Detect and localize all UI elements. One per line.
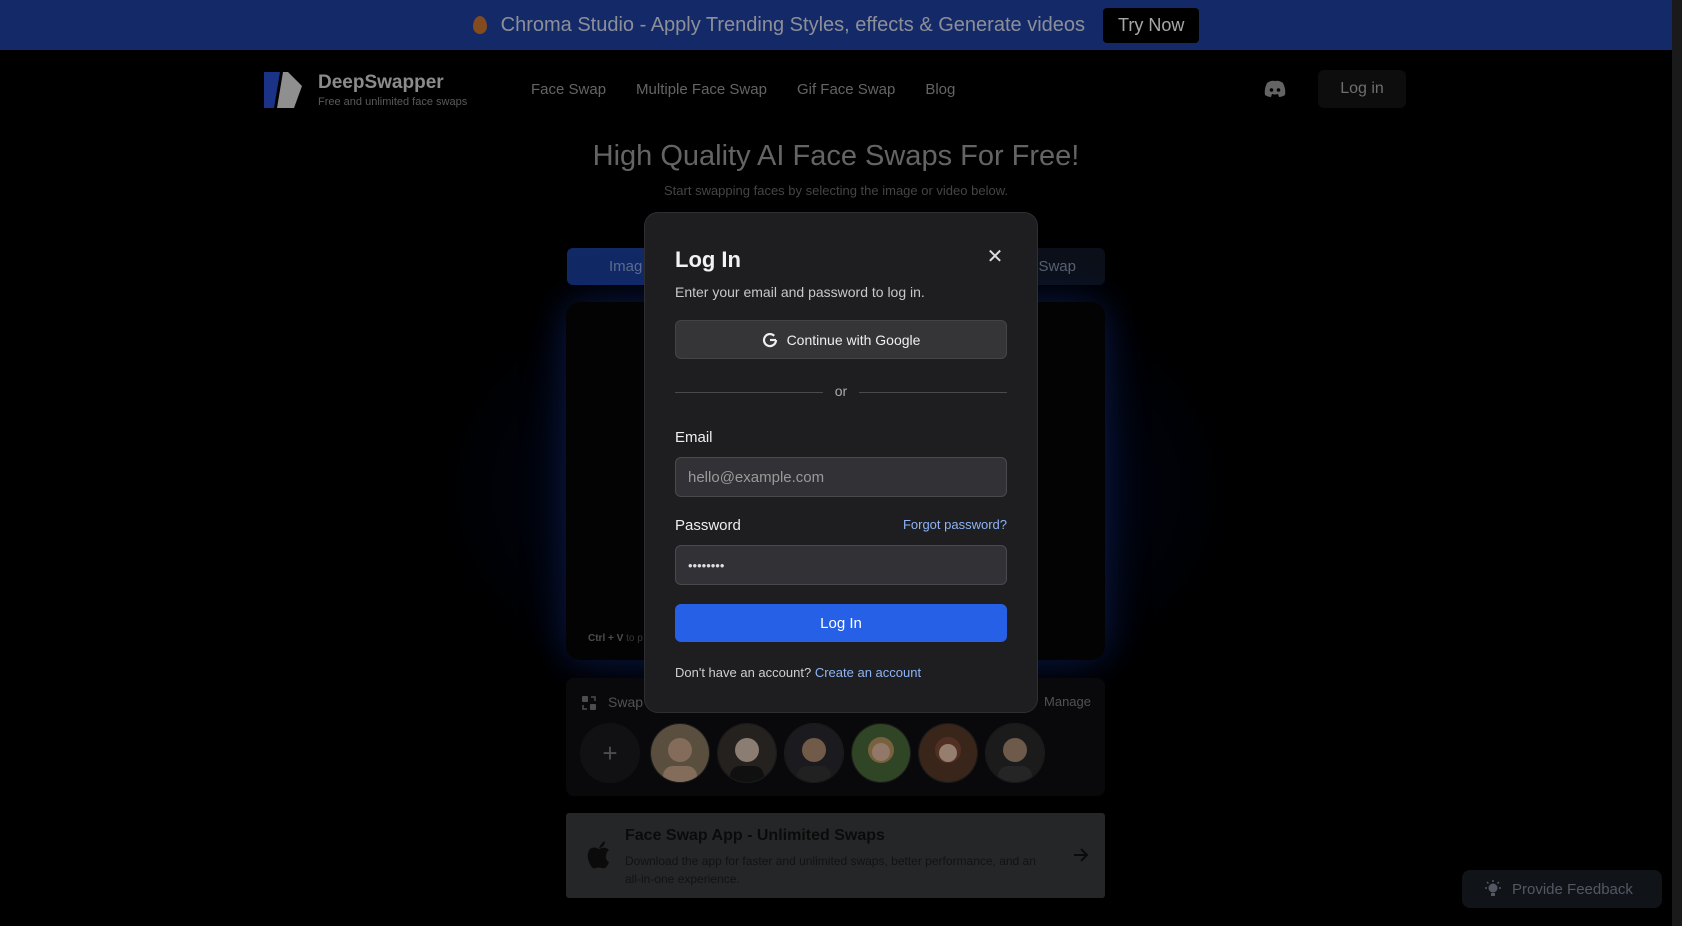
or-separator: or xyxy=(834,383,848,399)
google-icon xyxy=(762,332,777,347)
continue-with-google-button[interactable]: Continue with Google xyxy=(675,320,1007,359)
divider xyxy=(675,392,823,393)
email-label: Email xyxy=(675,429,713,446)
password-field[interactable] xyxy=(675,545,1007,585)
forgot-password-link[interactable]: Forgot password? xyxy=(903,517,1007,532)
login-submit-button[interactable]: Log In xyxy=(675,604,1007,642)
close-icon[interactable]: ✕ xyxy=(985,247,1005,267)
create-account-link[interactable]: Create an account xyxy=(815,665,921,680)
divider xyxy=(859,392,1007,393)
google-button-label: Continue with Google xyxy=(786,331,921,348)
email-field[interactable] xyxy=(675,457,1007,497)
login-modal: Log In ✕ Enter your email and password t… xyxy=(644,212,1038,713)
modal-title: Log In xyxy=(675,247,741,272)
no-account-text: Don't have an account? xyxy=(675,665,812,680)
modal-subtitle: Enter your email and password to log in. xyxy=(675,284,925,300)
page-scrollbar[interactable] xyxy=(1672,0,1682,926)
signup-prompt: Don't have an account? Create an account xyxy=(675,665,921,680)
password-label: Password xyxy=(675,517,741,534)
